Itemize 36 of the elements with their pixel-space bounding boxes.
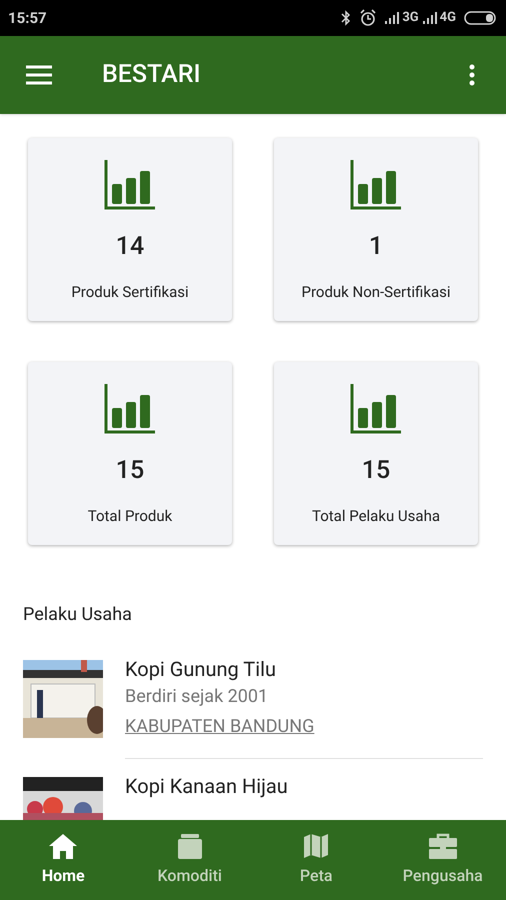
app-title: BESTARI [102, 59, 201, 92]
stat-card[interactable]: 14 Produk Sertifikasi [28, 138, 232, 321]
stat-label: Total Pelaku Usaha [312, 506, 440, 527]
alarm-clock-icon [359, 9, 378, 27]
battery-icon [464, 10, 498, 26]
bar-chart-icon [349, 382, 403, 436]
bar-chart-icon [103, 382, 157, 436]
section-title: Pelaku Usaha [22, 603, 133, 627]
briefcase-icon [428, 832, 458, 860]
stat-card[interactable]: 1 Produk Non-Sertifikasi [274, 138, 478, 321]
home-icon [48, 832, 78, 860]
nav-tab[interactable]: Komoditi [126, 820, 253, 900]
stat-label: Total Produk [88, 506, 172, 527]
menu-icon [25, 65, 53, 85]
network-type: 3G [402, 9, 419, 28]
stat-card[interactable]: 15 Total Pelaku Usaha [274, 362, 478, 545]
bar-chart-icon [103, 158, 157, 212]
signal-icon [422, 12, 439, 24]
bar-chart-icon [349, 158, 403, 212]
signal-icon [385, 12, 402, 24]
stat-value: 15 [362, 458, 390, 483]
clock-time: 15:57 [8, 8, 47, 29]
stat-value: 14 [116, 234, 144, 259]
bluetooth-icon [341, 10, 352, 26]
network-type: 4G [440, 9, 456, 28]
region-link[interactable]: KABUPATEN BANDUNG [125, 714, 483, 740]
stat-label: Produk Non-Sertifikasi [301, 282, 451, 303]
founded-year: Berdiri sejak 2001 [125, 685, 270, 709]
nav-tab[interactable]: Pengusaha [380, 820, 506, 900]
stat-value: 1 [368, 234, 384, 259]
nav-tab[interactable]: Home [0, 820, 126, 900]
nav-tab[interactable]: Peta [253, 820, 380, 900]
more-options-icon [469, 64, 475, 86]
stat-card[interactable]: 15 Total Produk [28, 362, 232, 545]
stat-label: Produk Sertifikasi [71, 282, 189, 303]
stat-value: 15 [116, 458, 144, 483]
